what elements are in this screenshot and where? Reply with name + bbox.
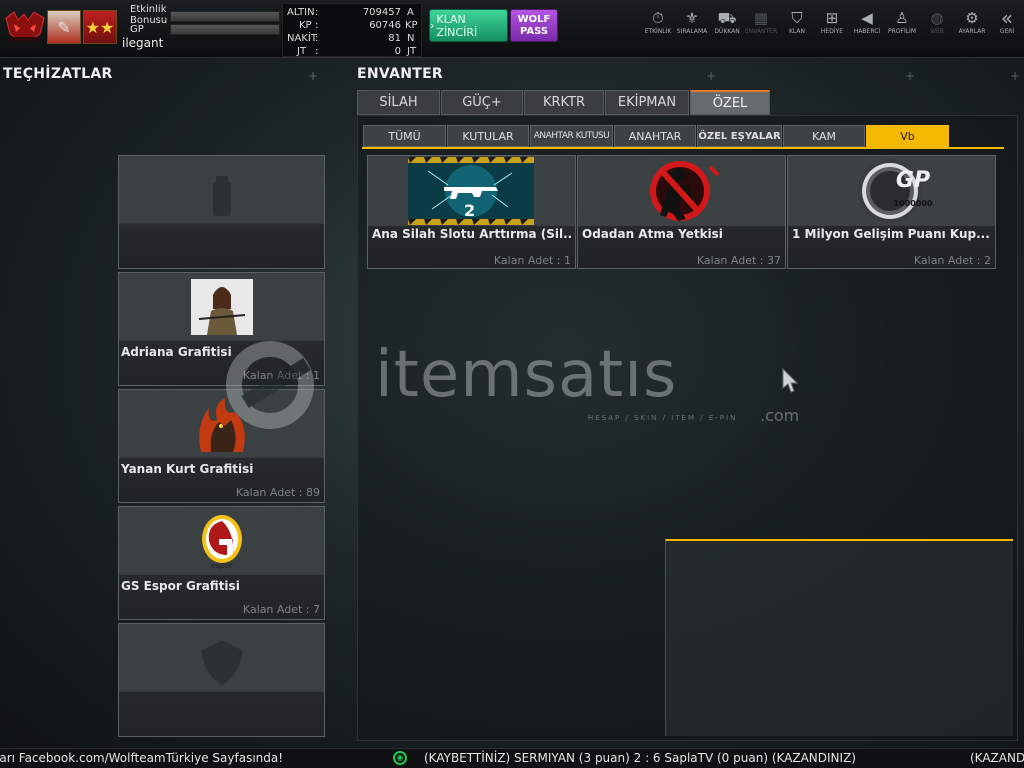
ticker-text-continued: (KAZAND — [970, 751, 1024, 765]
svg-text:espor: espor — [211, 561, 234, 569]
clan-war-icon: ◉ — [393, 751, 407, 765]
nav-envanter[interactable]: ▦ ENVANTER — [743, 8, 779, 36]
currency-kp: KP:60746 KP — [299, 20, 418, 31]
clan-chain-label: KLAN ZİNCİRİ — [436, 12, 478, 39]
wolf-pass-button[interactable]: WOLF PASS — [510, 9, 558, 42]
inventory-title: ENVANTER — [357, 66, 444, 82]
currency-gold: ALTIN:709457 A — [287, 7, 414, 18]
stopwatch-icon: ⏱ — [652, 9, 664, 27]
shield-icon: ⛉ — [791, 9, 803, 27]
plus-marker: + — [308, 69, 319, 83]
gp-label: GP — [130, 24, 144, 35]
subtab-vb[interactable]: Vb — [866, 125, 949, 147]
equipment-slot-shield[interactable] — [118, 623, 325, 737]
adriana-graffiti-image — [191, 279, 253, 335]
tab-krktr[interactable]: KRKTR — [524, 90, 604, 115]
nav-siralama[interactable]: ⚜ SIRALAMA — [674, 8, 710, 36]
equipment-slot-spray[interactable] — [118, 155, 325, 269]
currency-panel: ALTIN:709457 A KP:60746 KP NAKİT:81 N JT:0 J… — [282, 3, 422, 57]
cart-icon: ⛟ — [717, 9, 737, 27]
shield-placeholder-icon — [191, 630, 253, 687]
nav-geri[interactable]: «GERİ — [989, 8, 1024, 36]
megaphone-icon: ◀ — [861, 9, 873, 27]
subtab-kutular[interactable]: KUTULAR — [447, 125, 529, 147]
coin-amount-text: 1000000 — [893, 199, 933, 208]
subtab-underline — [362, 147, 1004, 149]
coin-gp-text: GP — [895, 168, 931, 193]
item-detail-panel — [665, 539, 1013, 736]
subtab-anahtar[interactable]: ANAHTAR — [614, 125, 696, 147]
medal-icon: ⚜ — [685, 9, 699, 27]
ticker-match-result: (KAYBETTİNİZ) SERMIYAN (3 puan) 2 : 6 Sa… — [424, 751, 856, 765]
gear-icon: ⚙ — [965, 9, 979, 27]
nav-klan[interactable]: ⛉ KLAN — [779, 8, 815, 36]
spray-can-icon — [191, 162, 253, 218]
watermark-tagline: HESAP / SKIN / ITEM / E-PIN — [588, 414, 738, 422]
subtab-anahtar-kutusu[interactable]: ANAHTAR KUTUSU — [530, 125, 613, 147]
currency-cash: NAKİT:81 N — [287, 33, 415, 44]
rank-badge-icon[interactable]: ★★ — [83, 10, 117, 44]
plus-marker: + — [905, 69, 916, 83]
tab-guc[interactable]: GÜÇ+ — [441, 90, 523, 115]
plus-marker: + — [706, 69, 717, 83]
item-card-gp-coupon[interactable]: GP 1000000 1 Milyon Gelişim Puanı Kup...… — [787, 155, 996, 269]
profile-icon: ♙ — [895, 9, 909, 27]
gift-icon: ⊞ — [825, 9, 839, 27]
wolfteam-logo — [4, 10, 46, 44]
nav-etkinlik[interactable]: ⏱ ETKİNLİK — [640, 8, 676, 36]
chevron-right-icon: › — [430, 19, 435, 32]
nav-ayarlar[interactable]: ⚙ AYARLAR — [954, 8, 990, 36]
ticker-text: ları Facebook.com/WolfteamTürkiye Sayfas… — [0, 751, 284, 765]
tab-ozel[interactable]: ÖZEL — [690, 90, 770, 115]
clan-chain-button[interactable]: › KLAN ZİNCİRİ — [429, 9, 508, 42]
slot-count-badge: 2 — [464, 201, 476, 220]
subtab-tumu[interactable]: TÜMÜ — [363, 125, 446, 147]
kick-permission-image — [618, 157, 744, 225]
level-badge-icon[interactable]: ✎ — [47, 10, 81, 44]
watermark-brand: itemsatıs — [375, 338, 678, 412]
subtab-kam[interactable]: KAM — [783, 125, 865, 147]
nav-hediye[interactable]: ⊞ HEDİYE — [814, 8, 850, 36]
gp-bar — [170, 24, 280, 35]
event-bonus-bar — [170, 11, 280, 22]
tab-silah[interactable]: SİLAH — [357, 90, 440, 115]
top-bar: ✎ ★★ Etkinlik Bonusu GP ilegant ALTIN:70… — [0, 0, 1024, 58]
event-bonus-label: Etkinlik Bonusu — [130, 4, 168, 26]
nav-profilim[interactable]: ♙ PROFİLİM — [884, 8, 920, 36]
equipment-title: TEÇHİZATLAR — [3, 66, 113, 82]
globe-icon: ◍ — [930, 9, 944, 27]
news-ticker: ları Facebook.com/WolfteamTürkiye Sayfas… — [0, 748, 1024, 768]
nav-web[interactable]: ◍ WEB — [919, 8, 955, 36]
gs-espor-logo-image: espor — [191, 513, 253, 570]
inventory-icon: ▦ — [753, 9, 769, 27]
equipment-slot-gs-espor[interactable]: espor GS Espor Grafitisi Kalan Adet : 7 — [118, 506, 325, 620]
subtab-ozel-esyalar[interactable]: ÖZEL EŞYALAR — [697, 125, 782, 147]
back-icon: « — [1000, 6, 1014, 30]
currency-jt: JT:0 JT — [297, 46, 417, 57]
username: ilegant — [122, 36, 164, 50]
item-card-weapon-slot[interactable]: 2 Ana Silah Slotu Arttırma (Sil... Kalan… — [367, 155, 576, 269]
watermark-domain: .com — [760, 406, 800, 425]
nav-haberci[interactable]: ◀ HABERCİ — [849, 8, 885, 36]
nav-dukkan[interactable]: ⛟ DÜKKAN — [709, 8, 745, 36]
item-card-kick-permission[interactable]: Odadan Atma Yetkisi Kalan Adet : 37 — [577, 155, 786, 269]
tab-ekipman[interactable]: EKİPMAN — [605, 90, 689, 115]
plus-marker: + — [1010, 69, 1021, 83]
